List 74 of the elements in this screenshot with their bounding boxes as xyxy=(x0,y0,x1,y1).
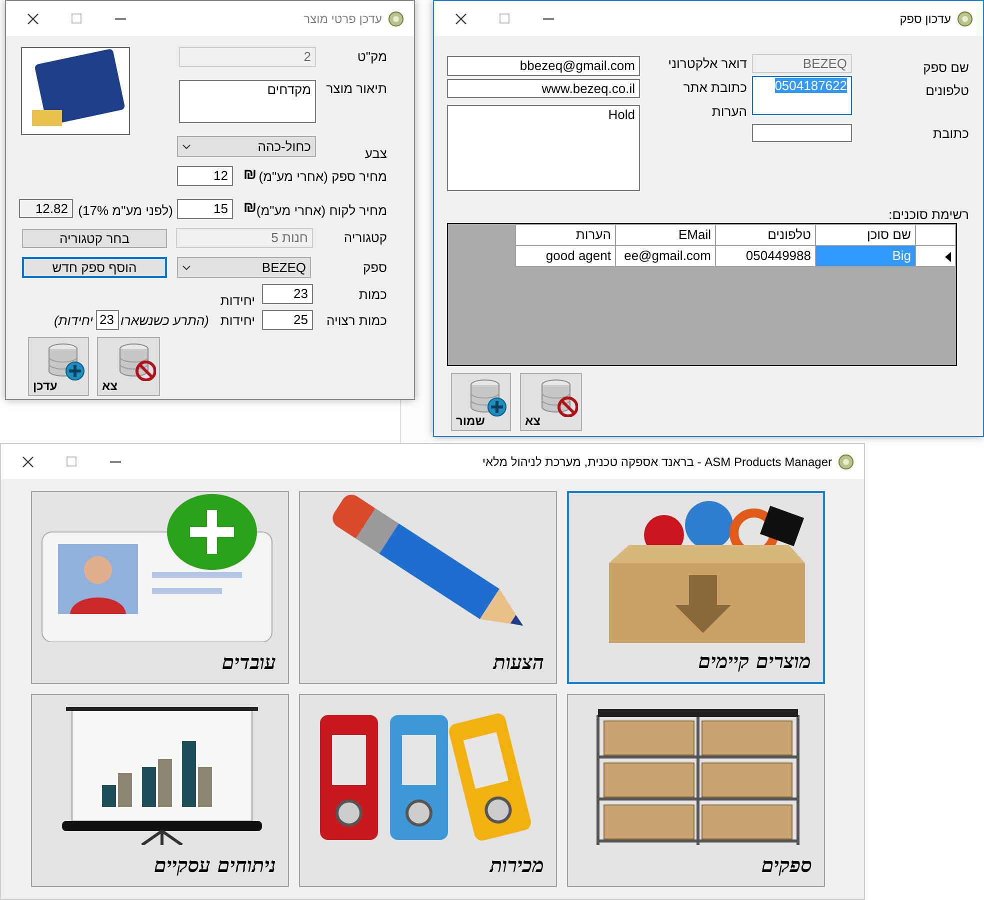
menu-tile[interactable]: הצעות xyxy=(299,491,557,684)
field-label: (לפני מע"מ 17%) xyxy=(77,202,173,219)
field-label: כתובת xyxy=(932,125,969,143)
field-label: רשימת סוכנים: xyxy=(888,206,969,223)
menu-tile[interactable]: ספקים xyxy=(567,694,825,887)
column-header: טלפונים xyxy=(716,224,816,246)
field-label: צבע xyxy=(364,145,387,163)
field-label: מחיר ספק (אחרי מע"מ) xyxy=(259,168,387,186)
field-label: יחידות xyxy=(219,312,255,329)
notes-field[interactable]: Hold xyxy=(447,105,640,191)
maximize-icon xyxy=(71,13,83,25)
field-label: קטגוריה xyxy=(342,229,387,247)
field-label: הערות xyxy=(710,103,747,121)
desired-quantity-field[interactable]: 25 xyxy=(262,310,313,330)
quantity-field[interactable]: 23 xyxy=(262,284,313,304)
app-icon xyxy=(838,454,854,470)
field-label: כמות xyxy=(358,286,387,304)
chart-bar xyxy=(102,785,116,807)
update-button[interactable]: עדכן xyxy=(28,337,89,396)
field-label: כמות רצויה xyxy=(326,312,387,330)
field-label: כתובת אתר xyxy=(682,79,747,97)
currency-sign: ₪ xyxy=(242,166,258,185)
menu-tile[interactable]: ניתוחים עסקיים xyxy=(31,694,289,887)
email-field[interactable]: bbezeq@gmail.com xyxy=(447,56,640,76)
field-label: שם ספק xyxy=(922,59,969,77)
table-cell[interactable]: ee@gmail.com xyxy=(616,246,716,266)
currency-sign: ₪ xyxy=(242,199,257,218)
field-label: מחיר לקוח (אחרי מע"מ) xyxy=(259,202,387,220)
color-dropdown[interactable]: כחול-כהה xyxy=(177,136,316,157)
field-label: מק"ט xyxy=(356,48,387,66)
maximize-icon xyxy=(499,13,511,25)
chevron-down-icon xyxy=(182,264,191,270)
field-label: דואר אלקטרוני xyxy=(667,55,747,73)
supplier-price-field[interactable]: 12 xyxy=(177,166,233,186)
field-label: יחידות xyxy=(219,292,255,309)
app-icon xyxy=(957,11,973,27)
close-icon xyxy=(22,456,34,468)
column-header: שם סוכן xyxy=(816,224,916,246)
chart-bar xyxy=(158,759,172,807)
exit-button[interactable]: צא xyxy=(520,373,582,431)
field-label: טלפונים xyxy=(924,82,969,100)
alert-quantity-field[interactable]: 23 xyxy=(96,310,119,330)
chart-bar xyxy=(118,773,132,807)
address-field[interactable] xyxy=(752,124,852,142)
chevron-down-icon xyxy=(182,144,191,150)
tripod xyxy=(140,830,184,845)
app-icon xyxy=(388,11,404,27)
table-cell[interactable]: good agent xyxy=(516,246,616,266)
menu-tile[interactable]: עובדים xyxy=(31,491,289,684)
customer-price-field[interactable]: 15 xyxy=(177,199,233,219)
maximize-icon xyxy=(66,456,78,468)
column-header: EMail xyxy=(616,224,716,246)
field-label: יחידות) xyxy=(53,312,93,329)
exit-button[interactable]: צא xyxy=(97,337,160,396)
field-label: ספק xyxy=(362,259,387,277)
close-icon xyxy=(455,13,467,25)
supplier-dropdown[interactable]: BEZEQ xyxy=(177,257,311,278)
window-title: עדכן פרטי מוצר xyxy=(304,11,382,28)
chart-bar xyxy=(142,767,156,807)
close-icon xyxy=(27,13,39,25)
window-title: עדכון ספק xyxy=(900,11,951,28)
website-field[interactable]: www.bezeq.co.il xyxy=(447,79,640,98)
table-cell[interactable]: 050449988 xyxy=(716,246,816,266)
chart-bar xyxy=(182,741,196,807)
description-field[interactable]: מקדחים xyxy=(179,80,316,123)
window-title: ASM Products Manager - בראנד אספקה טכנית, מערכת לניהול מלאי xyxy=(482,454,832,471)
column-header: הערות xyxy=(516,224,616,246)
menu-tile[interactable]: מוצרים קיימים xyxy=(567,491,825,684)
pre-vat-price-field[interactable]: 12.82 xyxy=(19,199,73,218)
chart-bar xyxy=(198,767,212,807)
add-supplier-button[interactable]: הוסף ספק חדש xyxy=(22,257,167,278)
save-button[interactable]: שמור xyxy=(451,373,511,431)
menu-tile[interactable]: מכירות xyxy=(299,694,557,887)
field-label: (התרע כשנשארו xyxy=(121,312,209,329)
